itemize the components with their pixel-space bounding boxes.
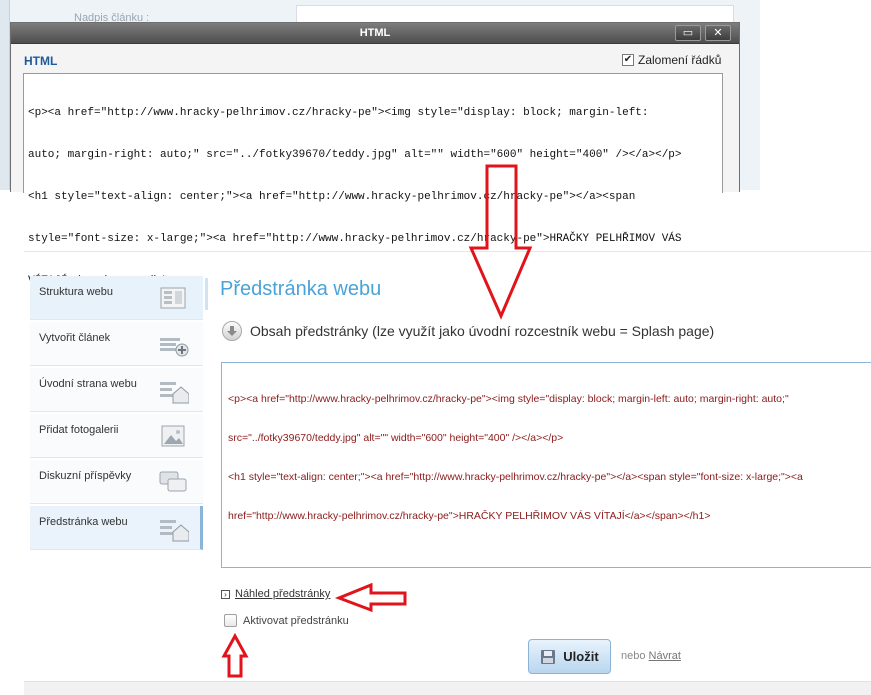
home-page-icon bbox=[160, 382, 189, 404]
cancel-area: nebo Návrat bbox=[621, 650, 681, 662]
sidebar-item-label: Přidat fotogalerii bbox=[39, 424, 119, 436]
maximize-button[interactable]: ▭ bbox=[675, 25, 701, 41]
annotation-arrow-left bbox=[334, 582, 407, 613]
activate-label: Aktivovat předstránku bbox=[243, 614, 349, 627]
editor-line: <h1 style="text-align: center;"><a href=… bbox=[228, 471, 803, 483]
sidebar-item-label: Vytvořit článek bbox=[39, 332, 111, 344]
footer-strip bbox=[24, 681, 871, 695]
save-button-label: Uložit bbox=[563, 649, 599, 664]
activate-splash-checkbox[interactable]: Aktivovat předstránku bbox=[224, 614, 349, 627]
or-text: nebo bbox=[621, 650, 646, 662]
wrap-lines-label: Zalomení řádků bbox=[638, 53, 722, 67]
content-heading: Obsah předstránky (lze využít jako úvodn… bbox=[222, 321, 714, 341]
sidebar-item-discussion[interactable]: Diskuzní příspěvky bbox=[30, 460, 203, 504]
background-left-edge bbox=[0, 0, 10, 190]
checkmark-icon[interactable]: ✔ bbox=[622, 54, 634, 66]
preview-link-text[interactable]: Náhled předstránky bbox=[235, 588, 330, 600]
code-line: <p><a href="http://www.hracky-pelhrimov.… bbox=[28, 107, 649, 119]
preview-link[interactable]: › Náhled předstránky bbox=[221, 588, 330, 600]
sidebar-item-splash-page[interactable]: Předstránka webu bbox=[30, 506, 203, 550]
collapse-arrow-icon[interactable] bbox=[222, 321, 242, 341]
page-divider bbox=[24, 251, 871, 252]
gallery-icon bbox=[161, 425, 185, 447]
sidebar-item-new-article[interactable]: Vytvořit článek bbox=[30, 322, 203, 366]
sidebar-item-structure[interactable]: Struktura webu bbox=[30, 276, 203, 320]
sidebar-item-label: Úvodní strana webu bbox=[39, 378, 137, 390]
page-title: Předstránka webu bbox=[220, 278, 382, 300]
editor-line: src="../fotky39670/teddy.jpg" alt="" wid… bbox=[228, 432, 564, 444]
sidebar: Struktura webu Vytvořit článek Úvodní st… bbox=[30, 276, 205, 552]
dialog-titlebar[interactable]: HTML ▭ ✕ bbox=[11, 23, 739, 44]
dialog-heading: HTML bbox=[24, 54, 58, 68]
code-line: style="font-size: x-large;"><a href="htt… bbox=[28, 233, 682, 245]
splash-page-icon bbox=[160, 520, 189, 542]
editor-line: href="http://www.hracky-pelhrimov.cz/hra… bbox=[228, 510, 711, 522]
sidebar-item-home-page[interactable]: Úvodní strana webu bbox=[30, 368, 203, 412]
expand-icon: › bbox=[221, 589, 230, 599]
sidebar-item-label: Struktura webu bbox=[39, 286, 113, 298]
chat-icon bbox=[159, 471, 187, 492]
content-heading-text: Obsah předstránky (lze využít jako úvodn… bbox=[250, 323, 715, 339]
close-button[interactable]: ✕ bbox=[705, 25, 731, 41]
editor-line: <p><a href="http://www.hracky-pelhrimov.… bbox=[228, 393, 789, 405]
checkbox-box[interactable] bbox=[224, 614, 237, 627]
dialog-title: HTML bbox=[359, 27, 391, 39]
add-article-icon bbox=[160, 338, 189, 357]
sidebar-item-label: Diskuzní příspěvky bbox=[39, 470, 132, 482]
splash-content-editor[interactable]: <p><a href="http://www.hracky-pelhrimov.… bbox=[221, 362, 871, 568]
maximize-icon: ▭ bbox=[682, 27, 694, 39]
back-link[interactable]: Návrat bbox=[649, 650, 681, 662]
wrap-lines-checkbox[interactable]: ✔ Zalomení řádků bbox=[622, 53, 721, 67]
save-button[interactable]: Uložit bbox=[528, 639, 611, 674]
close-icon: ✕ bbox=[713, 27, 723, 39]
html-code-editor[interactable]: <p><a href="http://www.hracky-pelhrimov.… bbox=[23, 73, 723, 287]
structure-icon bbox=[160, 287, 186, 309]
sidebar-item-add-gallery[interactable]: Přidat fotogalerii bbox=[30, 414, 203, 458]
html-dialog: HTML ▭ ✕ HTML ✔ Zalomení řádků <p><a hre… bbox=[10, 22, 740, 287]
floppy-disk-icon bbox=[541, 649, 556, 664]
code-line: <h1 style="text-align: center;"><a href=… bbox=[28, 191, 636, 203]
title-accent-bar bbox=[205, 278, 208, 310]
annotation-arrow-up bbox=[221, 632, 249, 678]
sidebar-item-label: Předstránka webu bbox=[39, 516, 128, 528]
code-line: auto; margin-right: auto;" src="../fotky… bbox=[28, 149, 682, 161]
